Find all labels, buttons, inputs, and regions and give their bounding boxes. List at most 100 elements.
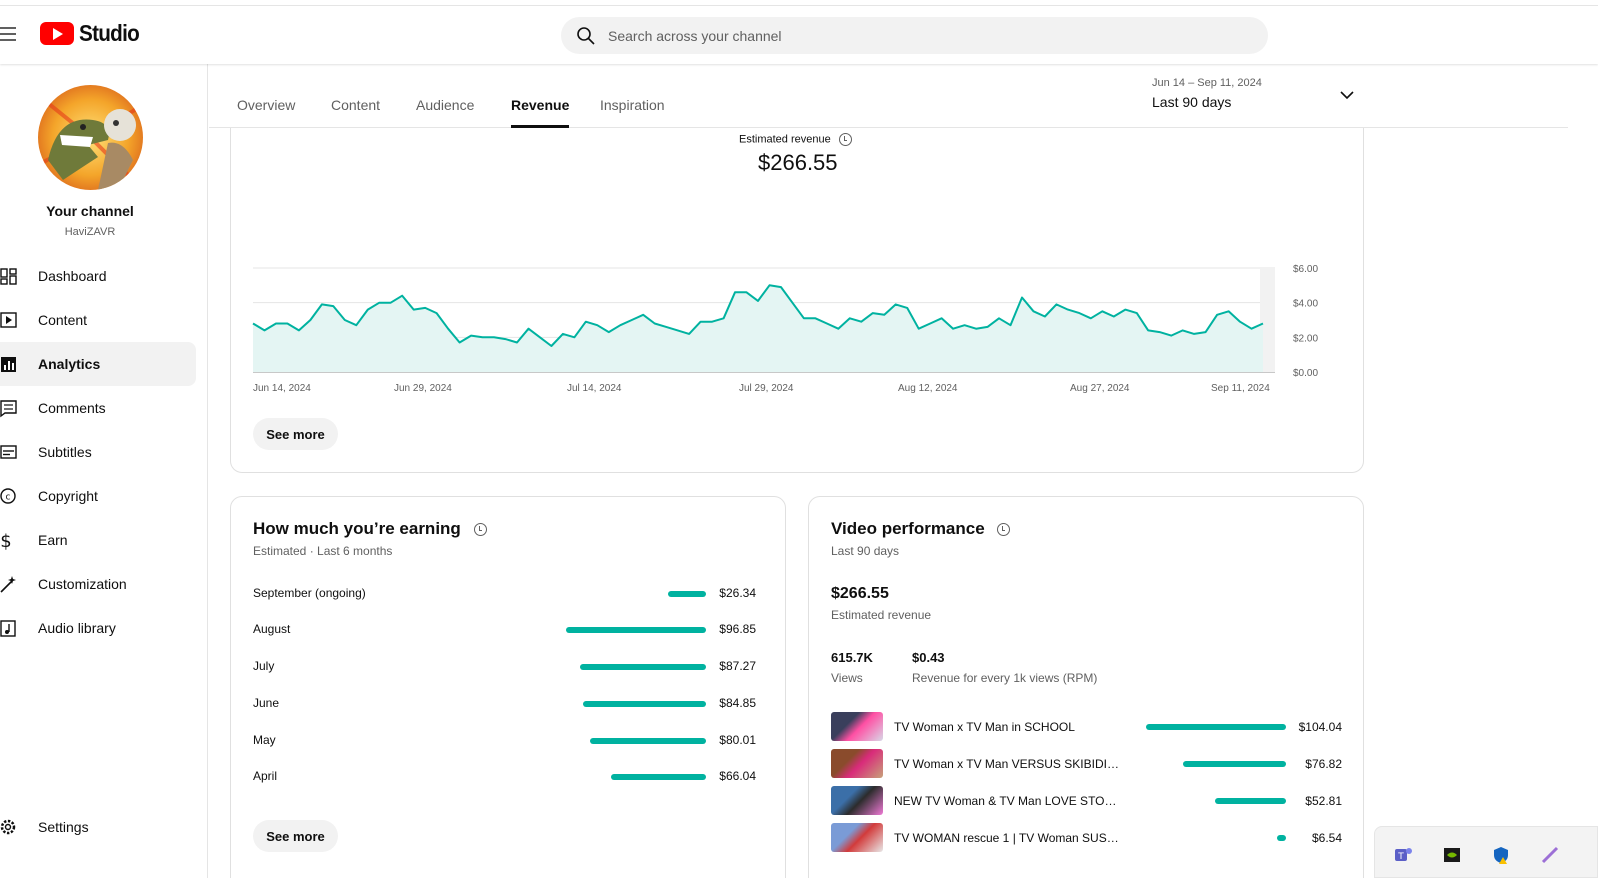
sidebar-item-analytics[interactable]: Analytics xyxy=(0,342,196,386)
earnings-bar xyxy=(610,774,706,780)
analytics-icon xyxy=(1,357,16,372)
video-revenue-value: $104.04 xyxy=(1298,720,1342,734)
see-more-button[interactable]: See more xyxy=(253,418,338,450)
earnings-title: How much you’re earning xyxy=(253,519,487,539)
video-performance-title: Video performance xyxy=(831,519,1011,539)
tab-overview[interactable]: Overview xyxy=(237,97,295,128)
search-icon[interactable] xyxy=(576,26,596,46)
earnings-bar xyxy=(583,701,706,707)
nvidia-icon[interactable] xyxy=(1442,845,1462,865)
security-shield-icon[interactable] xyxy=(1491,845,1511,865)
earnings-subtitle: Estimated · Last 6 months xyxy=(253,544,393,558)
sidebar-item-audio-library[interactable]: Audio library xyxy=(0,606,196,650)
video-revenue-bar xyxy=(1182,761,1286,767)
tab-inspiration[interactable]: Inspiration xyxy=(600,97,665,128)
gear-icon xyxy=(0,819,16,835)
video-thumbnail[interactable] xyxy=(831,712,883,741)
earn-icon: $ xyxy=(0,531,11,550)
earnings-row-value: $87.27 xyxy=(719,659,756,673)
video-title[interactable]: TV WOMAN rescue 1 | TV Woman SUS L... xyxy=(894,831,1119,845)
video-revenue-value: $52.81 xyxy=(1305,794,1342,808)
date-range-picker[interactable]: Jun 14 – Sep 11, 2024 Last 90 days xyxy=(1152,77,1358,117)
sidebar-item-comments[interactable]: Comments xyxy=(0,386,196,430)
sidebar-item-label: Subtitles xyxy=(38,444,92,460)
chart-x-tick-label: Jun 29, 2024 xyxy=(394,383,452,394)
sidebar-item-subtitles[interactable]: Subtitles xyxy=(0,430,196,474)
earnings-row-label: April xyxy=(253,769,278,783)
video-revenue-value: $6.54 xyxy=(1311,831,1342,845)
video-row[interactable]: TV Woman x TV Man in SCHOOL $104.04 xyxy=(831,712,1342,742)
search-box[interactable] xyxy=(561,17,1268,54)
sidebar-item-dashboard[interactable]: Dashboard xyxy=(0,254,196,298)
video-performance-subtitle: Last 90 days xyxy=(831,544,900,558)
video-revenue-bar xyxy=(1214,798,1286,804)
audio-library-icon xyxy=(0,620,16,637)
earnings-row-value: $96.85 xyxy=(719,622,756,636)
chart-y-tick-label: $4.00 xyxy=(1293,299,1318,310)
teams-icon[interactable]: T xyxy=(1393,845,1413,865)
video-thumbnail[interactable] xyxy=(831,823,883,852)
sidebar-item-content[interactable]: Content xyxy=(0,298,196,342)
earnings-row[interactable]: September (ongoing) $26.34 xyxy=(253,584,756,604)
info-clock-icon[interactable] xyxy=(838,133,852,146)
analytics-tabs-bar: Overview Content Audience Revenue Inspir… xyxy=(209,64,1568,128)
see-more-button[interactable]: See more xyxy=(253,820,338,852)
channel-avatar[interactable] xyxy=(38,85,143,190)
video-thumbnail[interactable] xyxy=(831,786,883,815)
sidebar-item-label: Customization xyxy=(38,576,127,592)
tab-content[interactable]: Content xyxy=(331,97,380,128)
info-clock-icon[interactable] xyxy=(473,523,487,537)
sidebar-item-copyright[interactable]: c Copyright xyxy=(0,474,196,518)
estimated-revenue-label: Estimated revenue xyxy=(739,133,852,146)
tab-audience[interactable]: Audience xyxy=(416,97,474,128)
video-row[interactable]: NEW TV Woman & TV Man LOVE STORY... $52.8… xyxy=(831,786,1342,816)
video-title[interactable]: TV Woman x TV Man VERSUS SKIBIDI T... xyxy=(894,757,1119,771)
video-revenue-bar xyxy=(1146,724,1286,730)
chart-x-tick-label: Jun 14, 2024 xyxy=(253,383,311,394)
video-row[interactable]: TV WOMAN rescue 1 | TV Woman SUS L... $6.… xyxy=(831,823,1342,853)
sidebar-item-earn[interactable]: $ Earn xyxy=(0,518,196,562)
earnings-row-value: $66.04 xyxy=(719,769,756,783)
revenue-chart[interactable]: $6.00 $4.00 $2.00 $0.00 Jun 14, 2024 Jun 29, … xyxy=(230,250,1330,410)
earnings-row[interactable]: August $96.85 xyxy=(253,620,756,640)
estimated-revenue-label-text: Estimated revenue xyxy=(739,133,831,146)
system-tray: T xyxy=(1374,826,1598,878)
video-revenue-bar xyxy=(1277,835,1286,841)
search-input[interactable] xyxy=(608,27,1208,44)
sidebar-item-customization[interactable]: Customization xyxy=(0,562,196,606)
sidebar-item-settings[interactable]: Settings xyxy=(0,805,196,849)
sidebar-nav: Dashboard Content Analytics Comments Sub… xyxy=(0,254,208,650)
chevron-down-icon[interactable] xyxy=(1339,89,1355,101)
vp-views-value: 615.7K xyxy=(831,650,873,665)
earnings-row-value: $26.34 xyxy=(719,586,756,600)
video-thumbnail[interactable] xyxy=(831,749,883,778)
earnings-row[interactable]: June $84.85 xyxy=(253,694,756,714)
youtube-studio-logo[interactable]: Studio xyxy=(40,20,146,46)
earnings-row-label: September (ongoing) xyxy=(253,586,366,600)
earnings-row-label: July xyxy=(253,659,275,673)
earnings-row-value: $80.01 xyxy=(719,733,756,747)
video-revenue-value: $76.82 xyxy=(1305,757,1342,771)
copyright-icon: c xyxy=(0,488,16,504)
earnings-row[interactable]: May $80.01 xyxy=(253,731,756,751)
top-bar: Studio xyxy=(0,0,1598,64)
customization-icon xyxy=(0,576,16,593)
earnings-row[interactable]: April $66.04 xyxy=(253,767,756,787)
chart-x-tick-label: Aug 12, 2024 xyxy=(898,383,958,394)
menu-icon[interactable] xyxy=(0,27,16,41)
chart-y-tick-label: $0.00 xyxy=(1293,368,1318,379)
earnings-bar xyxy=(667,591,706,597)
info-clock-icon[interactable] xyxy=(997,523,1011,537)
sidebar-item-label: Copyright xyxy=(38,488,98,504)
sidebar-item-label: Dashboard xyxy=(38,268,107,284)
earnings-row[interactable]: July $87.27 xyxy=(253,657,756,677)
sidebar-item-label: Content xyxy=(38,312,88,328)
tab-revenue[interactable]: Revenue xyxy=(511,97,570,128)
pen-icon[interactable] xyxy=(1540,845,1560,865)
earnings-bar xyxy=(579,664,706,670)
earnings-row-label: May xyxy=(253,733,276,747)
video-title[interactable]: NEW TV Woman & TV Man LOVE STORY... xyxy=(894,794,1119,808)
video-row[interactable]: TV Woman x TV Man VERSUS SKIBIDI T... $76… xyxy=(831,749,1342,779)
video-performance-card: Video performance Last 90 days $266.55 E… xyxy=(808,496,1364,878)
video-title[interactable]: TV Woman x TV Man in SCHOOL xyxy=(894,720,1119,734)
